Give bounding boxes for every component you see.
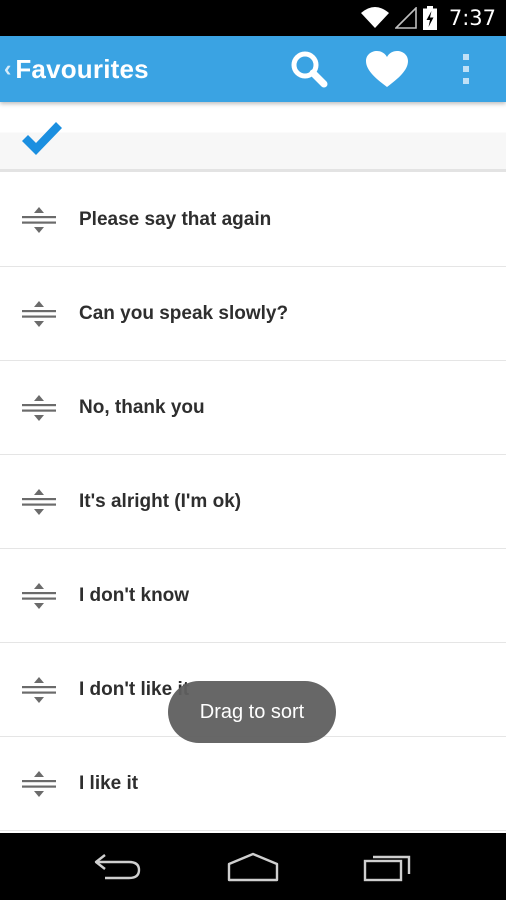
drag-to-sort-toast: Drag to sort [168, 681, 336, 743]
nav-back-button[interactable] [83, 842, 153, 892]
drag-handle-icon[interactable] [22, 489, 56, 515]
recent-apps-icon [364, 855, 411, 881]
system-navigation-bar [0, 833, 506, 900]
list-item[interactable]: No, thank you [0, 361, 506, 455]
search-icon [291, 51, 328, 88]
status-bar: 7:37 [0, 0, 506, 36]
home-icon [227, 852, 279, 881]
more-vertical-icon [463, 54, 469, 84]
battery-charging-icon [422, 6, 437, 30]
checkmark-icon [22, 122, 62, 155]
overflow-menu-button[interactable] [426, 36, 506, 102]
page-title: Favourites [15, 53, 149, 84]
list-item-label: Can you speak slowly? [79, 302, 289, 324]
list-item[interactable]: Can you speak slowly? [0, 267, 506, 361]
drag-handle-icon[interactable] [22, 771, 56, 797]
drag-handle-icon[interactable] [22, 207, 56, 233]
action-buttons [270, 36, 506, 102]
list-item[interactable]: I like it [0, 737, 506, 831]
list-item-label: I like it [79, 772, 139, 794]
list-item-label: No, thank you [79, 396, 205, 418]
drag-handle-icon[interactable] [22, 395, 56, 421]
list-item[interactable]: I don't know [0, 549, 506, 643]
up-navigation-button[interactable]: ‹ Favourites [0, 36, 149, 102]
drag-handle-icon[interactable] [22, 677, 56, 703]
status-time: 7:37 [448, 6, 496, 30]
list-item-label: Please say that again [79, 208, 272, 230]
wifi-icon [360, 7, 389, 28]
favourites-button[interactable] [348, 36, 426, 102]
list-item-label: It's alright (I'm ok) [79, 490, 242, 512]
action-bar: ‹ Favourites [0, 36, 506, 102]
search-button[interactable] [270, 36, 348, 102]
heart-icon [366, 51, 408, 87]
back-arrow-icon [94, 853, 140, 879]
list-item[interactable]: Please say that again [0, 173, 506, 267]
drag-handle-icon[interactable] [22, 583, 56, 609]
list-item[interactable]: It's alright (I'm ok) [0, 455, 506, 549]
nav-recents-button[interactable] [353, 842, 423, 892]
selection-bar [0, 102, 506, 172]
list-item-label: I don't know [79, 584, 190, 606]
signal-icon [394, 7, 417, 29]
drag-handle-icon[interactable] [22, 301, 56, 327]
nav-home-button[interactable] [218, 842, 288, 892]
chevron-left-icon: ‹ [4, 56, 12, 81]
select-all-button[interactable] [20, 120, 64, 158]
